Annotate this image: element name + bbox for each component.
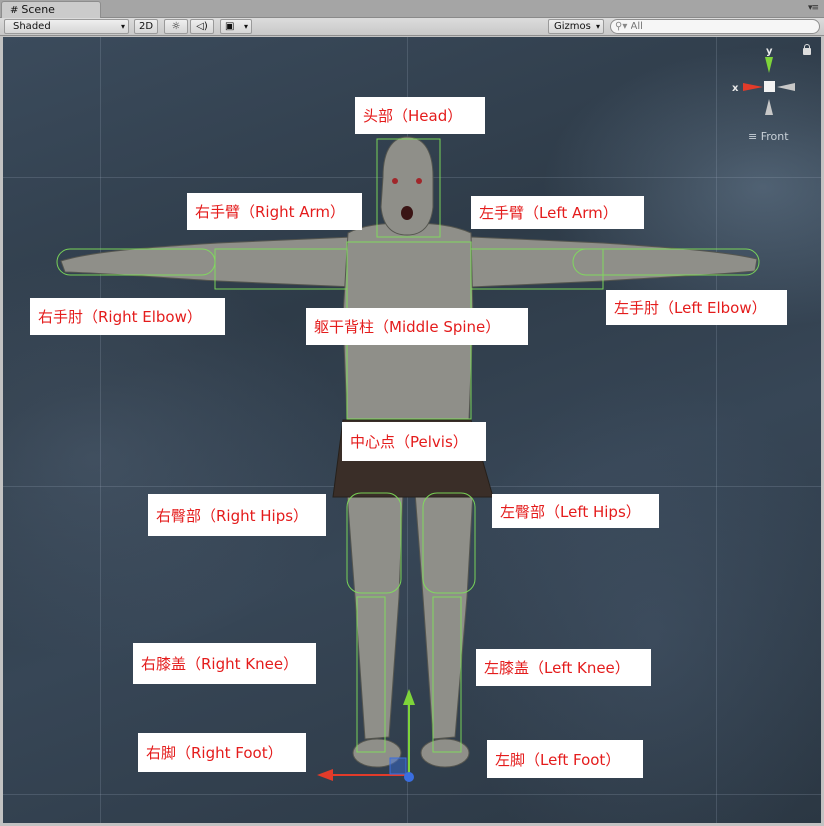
gizmos-label: Gizmos [554,21,591,32]
speaker-icon: ◁) [196,21,208,32]
label-right-elbow: 右手肘（Right Elbow） [30,298,225,335]
label-left-elbow: 左手肘（Left Elbow） [606,290,787,325]
image-icon: ▣ [225,21,235,32]
label-right-foot: 右脚（Right Foot） [138,733,306,772]
mouth [401,206,413,220]
left-leg-mesh [414,491,474,740]
label-right-hips: 右臀部（Right Hips） [148,494,326,536]
label-head: 头部（Head） [355,97,485,134]
head-mesh [380,136,434,236]
x-axis-arrowhead [317,769,333,781]
y-cone [765,57,773,73]
tab-scene[interactable]: # Scene [1,1,101,18]
lighting-toggle-button[interactable]: ☼ [164,19,188,34]
search-field[interactable]: ⚲▾ [610,19,820,34]
chevron-down-icon: ▾ [243,22,248,31]
label-right-arm: 右手臂（Right Arm） [187,193,362,230]
x-axis-label: x [732,83,739,94]
label-left-knee: 左膝盖（Left Knee） [476,649,651,686]
shading-mode-label: Shaded [13,21,51,32]
label-pelvis: 中心点（Pelvis） [342,422,486,461]
label-left-arm: 左手臂（Left Arm） [471,196,644,229]
tab-bar: # Scene ▾≡ [0,0,824,18]
lock-icon[interactable] [803,44,811,55]
tab-menu-icon[interactable]: ▾≡ [808,3,819,13]
scene-toolbar: Shaded ▾ 2D ☼ ◁) ▣ ▾ Gizmos ▾ ⚲▾ [0,18,824,36]
right-leg-mesh [346,491,404,740]
label-middle-spine: 躯干背柱（Middle Spine） [306,308,528,345]
y-axis-arrowhead [403,689,415,705]
label-right-knee: 右膝盖（Right Knee） [133,643,316,684]
y-axis-label: y [766,46,773,57]
z-axis-handle [404,772,414,782]
left-eye [416,178,422,184]
gizmos-dropdown[interactable]: Gizmos ▾ [548,19,604,34]
right-eye [392,178,398,184]
search-input[interactable] [630,21,811,32]
label-left-hips: 左臀部（Left Hips） [492,494,659,528]
chevron-down-icon: ▾ [120,22,125,31]
right-arm-mesh [60,236,356,288]
scene-grid-icon: # [10,5,19,16]
audio-toggle-button[interactable]: ◁) [190,19,214,34]
toggle-2d-button[interactable]: 2D [134,19,158,34]
left-foot-mesh [420,738,470,768]
search-icon: ⚲▾ [615,21,628,32]
center-cube [764,81,775,92]
menu-icon: ≡ [748,130,761,143]
tab-scene-label: Scene [21,3,55,16]
neg-x-cone [777,83,795,91]
sun-icon: ☼ [171,21,181,32]
effects-dropdown[interactable]: ▣ ▾ [220,19,252,34]
chevron-down-icon: ▾ [595,22,600,31]
view-name-text: Front [760,130,789,143]
toggle-2d-label: 2D [138,21,154,32]
xy-plane-handle [389,757,407,775]
label-left-foot: 左脚（Left Foot） [487,740,643,778]
x-cone [743,83,763,91]
scene-viewport[interactable]: y x ≡ Front 头部（Head） 右手臂（Right Arm） 左手臂（… [3,37,821,823]
view-name-label[interactable]: ≡ Front [748,130,789,143]
left-arm-mesh [470,236,758,288]
orientation-gizmo[interactable]: y x [729,43,809,143]
neg-y-cone [765,99,773,115]
shading-mode-dropdown[interactable]: Shaded ▾ [4,19,129,34]
